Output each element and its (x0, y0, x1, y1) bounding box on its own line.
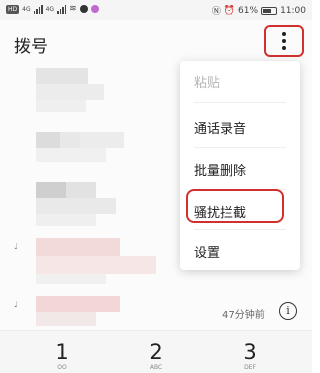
menu-item-label: 骚扰拦截 (194, 206, 247, 221)
page-title: 拨号 (14, 37, 48, 57)
list-item[interactable] (0, 126, 180, 181)
menu-item-label: 设置 (194, 246, 221, 261)
blurred-name (36, 68, 88, 84)
battery-icon (261, 6, 278, 15)
list-item[interactable]: ♩ (0, 234, 180, 290)
more-options-button[interactable] (264, 25, 304, 57)
dial-key-1[interactable]: 1 OO (10, 331, 114, 373)
blurred-name (36, 296, 120, 312)
dial-letters: ABC (149, 364, 163, 371)
menu-item-label: 批量删除 (194, 164, 247, 179)
blurred-name (36, 132, 60, 148)
list-item[interactable]: ♩ (0, 292, 312, 330)
dial-letters: OO (57, 364, 67, 371)
menu-item-label: 粘贴 (194, 76, 221, 91)
status-left: HD 4G 4G ≋ (6, 4, 99, 14)
app-notification-icon (79, 5, 88, 13)
menu-item-batch-delete[interactable]: 批量删除 (180, 149, 300, 189)
menu-item-settings[interactable]: 设置 (180, 231, 300, 271)
status-right: Ⓝ ⏰ 61% 11:00 (211, 4, 306, 18)
menu-item-paste: 粘贴 (180, 61, 300, 101)
app-notification-icon-2 (90, 5, 99, 13)
menu-item-call-recording[interactable]: 通话录音 (180, 107, 300, 147)
dial-digit: 3 (243, 340, 257, 364)
alarm-icon: ⏰ (223, 5, 236, 16)
menu-item-label: 通话录音 (194, 122, 247, 137)
blurred-detail (36, 198, 116, 214)
more-vertical-icon (282, 32, 286, 50)
dial-digit: 1 (55, 340, 69, 364)
signal-label-1: 4G (22, 5, 31, 13)
blurred-name-2 (60, 132, 80, 148)
blurred-name (36, 238, 120, 256)
blurred-detail (36, 100, 86, 112)
blurred-detail-2 (36, 148, 106, 162)
menu-divider (194, 102, 286, 103)
dialer-screen: HD 4G 4G ≋ Ⓝ ⏰ 61% 11:00 拨号 ♩ ♩ 47分钟前 i … (0, 0, 312, 373)
menu-divider (194, 229, 286, 230)
dial-key-3[interactable]: 3 DEF (198, 331, 302, 373)
call-type-icon: ♩ (14, 242, 18, 251)
signal-label-2: 4G (45, 5, 55, 13)
battery-percent: 61% (238, 5, 259, 16)
blurred-name-2 (36, 256, 156, 274)
menu-divider (194, 147, 286, 148)
info-icon[interactable]: i (279, 302, 297, 320)
blurred-name-2 (36, 312, 96, 326)
signal-icon (33, 4, 43, 14)
clock: 11:00 (280, 5, 306, 16)
dial-digit: 2 (149, 340, 163, 364)
nfc-icon: Ⓝ (211, 7, 221, 17)
call-type-icon: ♩ (14, 300, 18, 309)
blurred-detail-2 (36, 214, 96, 226)
dial-letters: DEF (244, 364, 256, 371)
blurred-detail (80, 132, 124, 148)
blurred-detail (36, 274, 106, 284)
list-item[interactable] (0, 62, 180, 122)
blurred-name-2 (66, 182, 96, 198)
hd-badge: HD (6, 4, 20, 14)
call-time: 47分钟前 (222, 310, 265, 321)
status-bar: HD 4G 4G ≋ Ⓝ ⏰ 61% 11:00 (0, 0, 312, 20)
signal-icon-2 (57, 4, 67, 14)
blurred-name-2 (36, 84, 104, 100)
wifi-icon: ≋ (69, 4, 77, 14)
menu-item-harassment-block[interactable]: 骚扰拦截 (180, 191, 300, 231)
app-header: 拨号 (0, 20, 312, 66)
overflow-menu: 粘贴 通话录音 批量删除 骚扰拦截 设置 (180, 61, 300, 270)
dialpad: 1 OO 2 ABC 3 DEF (0, 330, 312, 373)
list-item[interactable] (0, 178, 180, 234)
dial-key-2[interactable]: 2 ABC (104, 331, 208, 373)
blurred-name (36, 182, 66, 198)
